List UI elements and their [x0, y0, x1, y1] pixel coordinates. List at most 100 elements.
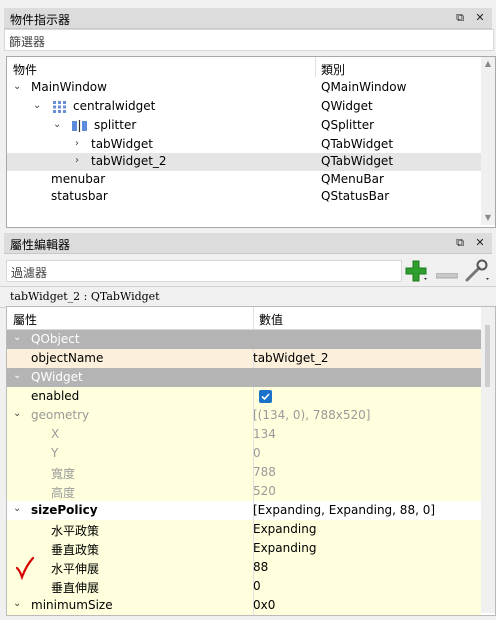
- splitter-icon: [72, 120, 87, 132]
- chevron-down-icon[interactable]: ⌄: [13, 503, 21, 514]
- property-row-objectname[interactable]: objectName tabWidget_2: [7, 349, 481, 369]
- close-icon[interactable]: ✕: [472, 235, 488, 251]
- tree-item-class: QStatusBar: [321, 189, 390, 203]
- col-object-header[interactable]: 物件: [13, 61, 37, 81]
- tree-item-name: tabWidget: [91, 137, 153, 151]
- chevron-down-icon[interactable]: ⌄: [13, 408, 21, 419]
- property-name: 水平政策: [51, 524, 100, 538]
- remove-property-icon[interactable]: [435, 268, 459, 279]
- tree-row[interactable]: ⌄ splitter QSplitter: [7, 117, 481, 135]
- property-editor-title: 屬性編輯器: [10, 238, 71, 252]
- tree-row[interactable]: › tabWidget QTabWidget: [7, 136, 481, 154]
- tree-item-class: QWidget: [321, 99, 373, 113]
- property-name: 垂直政策: [51, 543, 100, 557]
- enabled-checkbox[interactable]: [259, 390, 272, 403]
- object-class-label-bar: tabWidget_2 : QTabWidget: [0, 286, 496, 308]
- chevron-down-icon[interactable]: ⌄: [13, 598, 21, 609]
- property-row-geometry[interactable]: ⌄ geometry [(134, 0), 788x520]: [7, 406, 481, 426]
- object-inspector-titlebar: 物件指示器 ⧉ ✕: [4, 8, 492, 29]
- tree-row[interactable]: menubar QMenuBar: [7, 171, 481, 189]
- property-row-y[interactable]: Y 0: [7, 444, 481, 464]
- property-value[interactable]: 520: [253, 484, 276, 498]
- property-name: minimumSize: [31, 598, 113, 612]
- property-value[interactable]: [(134, 0), 788x520]: [253, 408, 370, 422]
- object-class-label: tabWidget_2 : QTabWidget: [10, 290, 160, 303]
- chevron-right-icon[interactable]: ›: [75, 155, 79, 166]
- property-row-x[interactable]: X 134: [7, 425, 481, 445]
- chevron-down-icon[interactable]: ⌄: [13, 81, 21, 92]
- property-row-vpolicy[interactable]: 垂直政策 Expanding: [7, 539, 481, 559]
- chevron-down-icon[interactable]: ⌄: [13, 332, 21, 343]
- property-row-height[interactable]: 高度 520: [7, 482, 481, 502]
- scrollbar-thumb[interactable]: [485, 325, 490, 387]
- col-class-header[interactable]: 類別: [321, 61, 345, 81]
- property-table[interactable]: 屬性 數值 ⌄ QObject objectName tabWidget_2 ⌄…: [6, 306, 496, 616]
- property-value[interactable]: tabWidget_2: [253, 351, 329, 365]
- col-property-header[interactable]: 屬性: [13, 311, 37, 331]
- property-row-hpolicy[interactable]: 水平政策 Expanding: [7, 520, 481, 540]
- tree-item-name: splitter: [94, 118, 137, 132]
- object-filter-field[interactable]: 篩選器: [4, 29, 494, 51]
- property-table-scrollbar[interactable]: [481, 307, 495, 613]
- tree-item-name: menubar: [51, 172, 106, 186]
- property-value[interactable]: 88: [253, 560, 268, 574]
- property-filter-field[interactable]: 過濾器: [6, 260, 402, 282]
- tree-item-name: MainWindow: [31, 80, 107, 94]
- tree-item-class: QMenuBar: [321, 172, 384, 186]
- chevron-down-icon[interactable]: ⌄: [13, 370, 21, 381]
- add-dynamic-property-icon[interactable]: [404, 259, 430, 283]
- property-row-enabled[interactable]: enabled: [7, 387, 481, 407]
- property-name: objectName: [31, 351, 104, 365]
- chevron-right-icon[interactable]: ›: [75, 138, 79, 149]
- float-icon[interactable]: ⧉: [452, 235, 468, 251]
- property-value[interactable]: 788: [253, 465, 276, 479]
- property-filter-placeholder: 過濾器: [11, 266, 48, 280]
- tree-item-name: centralwidget: [73, 99, 156, 113]
- col-value-header[interactable]: 數值: [259, 311, 283, 331]
- tree-item-name: tabWidget_2: [91, 154, 167, 168]
- category-label: QWidget: [31, 370, 83, 384]
- property-name: 垂直伸展: [51, 581, 100, 595]
- property-value[interactable]: 134: [253, 427, 276, 441]
- tree-item-name: statusbar: [51, 189, 108, 203]
- property-value[interactable]: [Expanding, Expanding, 88, 0]: [253, 503, 435, 517]
- configure-wrench-icon[interactable]: [464, 259, 490, 283]
- property-name: enabled: [31, 389, 80, 403]
- property-name: geometry: [31, 408, 90, 422]
- property-name: 高度: [51, 486, 76, 500]
- property-row-vstretch[interactable]: 垂直伸展 0: [7, 577, 481, 597]
- tree-row[interactable]: ⌄ MainWindow QMainWindow: [7, 79, 481, 97]
- category-row-qwidget[interactable]: ⌄ QWidget: [7, 368, 481, 388]
- property-value[interactable]: 0: [253, 579, 261, 593]
- property-name: X: [51, 427, 60, 441]
- object-tree-scrollbar[interactable]: ▲ ▼: [481, 57, 495, 225]
- tree-row-selected[interactable]: › tabWidget_2 QTabWidget: [7, 153, 481, 171]
- property-editor-titlebar: 屬性編輯器 ⧉ ✕: [4, 233, 492, 254]
- tree-row[interactable]: statusbar QStatusBar: [7, 188, 481, 206]
- float-icon[interactable]: ⧉: [452, 10, 468, 26]
- chevron-down-icon[interactable]: ⌄: [53, 119, 61, 130]
- category-row-qobject[interactable]: ⌄ QObject: [7, 330, 481, 350]
- property-row-sizepolicy[interactable]: ⌄ sizePolicy [Expanding, Expanding, 88, …: [7, 501, 481, 521]
- close-icon[interactable]: ✕: [472, 10, 488, 26]
- property-name: 水平伸展: [51, 562, 100, 576]
- property-value[interactable]: Expanding: [253, 522, 316, 536]
- tree-item-class: QSplitter: [321, 118, 375, 132]
- object-tree[interactable]: 物件 類別 ⌄ MainWindow QMainWindow ⌄ central…: [6, 56, 496, 228]
- object-filter-placeholder: 篩選器: [9, 35, 46, 49]
- scroll-up-icon[interactable]: ▲: [481, 57, 495, 71]
- property-row-width[interactable]: 寬度 788: [7, 463, 481, 483]
- tree-item-class: QTabWidget: [321, 154, 394, 168]
- property-value[interactable]: 0x0: [253, 598, 275, 612]
- property-row-minimumsize[interactable]: ⌄ minimumSize 0x0: [7, 596, 481, 615]
- property-name: 寬度: [51, 467, 76, 481]
- chevron-down-icon[interactable]: ⌄: [33, 100, 41, 111]
- property-row-hstretch[interactable]: 水平伸展 88: [7, 558, 481, 578]
- property-value[interactable]: 0: [253, 446, 261, 460]
- scroll-down-icon[interactable]: ▼: [481, 211, 495, 225]
- category-label: QObject: [31, 332, 80, 346]
- property-value[interactable]: Expanding: [253, 541, 316, 555]
- tree-row[interactable]: ⌄ centralwidget QWidget: [7, 98, 481, 116]
- object-inspector-title: 物件指示器: [10, 13, 71, 27]
- tree-item-class: QTabWidget: [321, 137, 394, 151]
